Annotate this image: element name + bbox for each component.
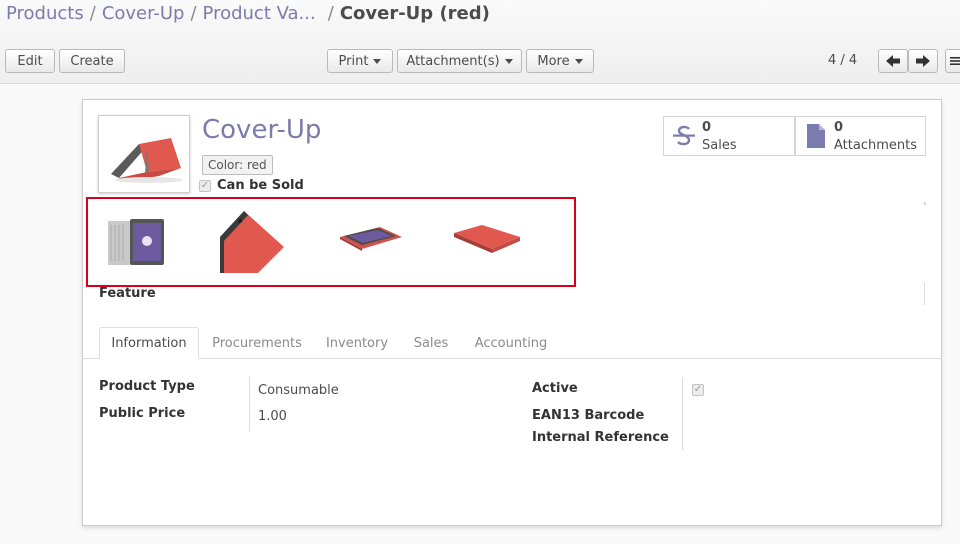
strikethrough-s-icon: [673, 125, 695, 146]
can-be-sold-label: Can be Sold: [217, 178, 304, 193]
attachments-count: 0: [834, 120, 844, 135]
tab-procurements[interactable]: Procurements: [204, 327, 310, 359]
internal-reference-label: Internal Reference: [532, 430, 669, 445]
breadcrumb-separator: /: [190, 3, 197, 24]
field-separator: [682, 378, 683, 450]
public-price-value: 1.00: [258, 409, 287, 424]
gallery-image-4[interactable]: [452, 221, 522, 261]
create-button[interactable]: Create: [59, 49, 125, 73]
attachments-label: Attachments: [834, 138, 917, 153]
print-dropdown[interactable]: Print: [327, 49, 393, 73]
arrow-right-icon: [916, 55, 930, 67]
product-type-value: Consumable: [258, 383, 339, 398]
attachments-dropdown[interactable]: Attachment(s): [397, 49, 522, 73]
more-dropdown[interactable]: More: [526, 49, 594, 73]
caret-down-icon: [373, 58, 382, 64]
product-photo: [111, 138, 183, 183]
breadcrumb-current: Cover-Up (red): [339, 3, 490, 24]
breadcrumb-separator: /: [327, 3, 334, 24]
public-price-label: Public Price: [99, 406, 186, 421]
ean13-barcode-label: EAN13 Barcode: [532, 408, 645, 423]
tab-information-label: Information: [111, 335, 187, 351]
active-label: Active: [532, 381, 578, 396]
tab-sales-label: Sales: [413, 335, 449, 351]
file-icon: [807, 124, 825, 148]
breadcrumb-product-variants[interactable]: Product Va...: [203, 3, 316, 24]
tab-information[interactable]: Information: [99, 327, 199, 359]
breadcrumb-separator: /: [89, 3, 96, 24]
gallery-image-3[interactable]: [336, 223, 406, 253]
gallery-image-2[interactable]: [218, 209, 288, 275]
field-separator: [249, 377, 250, 431]
sales-stat-button[interactable]: 0 Sales: [663, 116, 795, 156]
separator-line: [924, 283, 925, 305]
breadcrumb-cover-up[interactable]: Cover-Up: [102, 3, 185, 24]
pager-next-button[interactable]: [908, 49, 938, 73]
attachments-stat-button[interactable]: 0 Attachments: [795, 116, 926, 156]
list-view-icon: [950, 57, 960, 65]
create-button-label: Create: [70, 53, 114, 69]
pager-value: 4 / 4: [828, 53, 858, 68]
breadcrumb: Products / Cover-Up / Product Va... / Cover-Up…: [6, 3, 490, 24]
tab-inventory-label: Inventory: [325, 335, 389, 351]
gallery-image-1[interactable]: [106, 217, 166, 269]
switch-view-button[interactable]: [945, 49, 960, 73]
arrow-left-icon: [886, 55, 900, 67]
pager-previous-button[interactable]: [878, 49, 908, 73]
sales-count: 0: [702, 120, 712, 135]
active-checkbox[interactable]: ✓: [692, 384, 704, 396]
caret-down-icon: [574, 58, 583, 64]
variant-attribute-tag: Color: red: [202, 155, 273, 175]
variant-attribute-label: Color: red: [208, 158, 267, 172]
breadcrumb-products[interactable]: Products: [6, 3, 84, 24]
product-name: Cover-Up: [202, 115, 322, 145]
tab-sales[interactable]: Sales: [405, 327, 457, 359]
image-gallery: [86, 197, 576, 287]
tab-accounting-label: Accounting: [474, 335, 548, 351]
control-panel: Products / Cover-Up / Product Va... / Cover-Up…: [0, 0, 960, 84]
feature-label: Feature: [99, 286, 156, 301]
product-type-label: Product Type: [99, 379, 195, 394]
caret-down-icon: [504, 58, 513, 64]
print-label: Print: [338, 53, 369, 69]
more-label: More: [537, 53, 570, 69]
sales-label: Sales: [702, 138, 737, 153]
can-be-sold-checkbox[interactable]: ✓: [199, 180, 211, 192]
tab-accounting[interactable]: Accounting: [466, 327, 556, 359]
tab-inventory[interactable]: Inventory: [318, 327, 396, 359]
edit-button-label: Edit: [17, 53, 43, 69]
separator-mark: [924, 202, 926, 205]
tab-procurements-label: Procurements: [212, 335, 302, 351]
attachments-dropdown-label: Attachment(s): [406, 53, 500, 69]
edit-button[interactable]: Edit: [5, 49, 55, 73]
product-image[interactable]: [98, 115, 190, 193]
